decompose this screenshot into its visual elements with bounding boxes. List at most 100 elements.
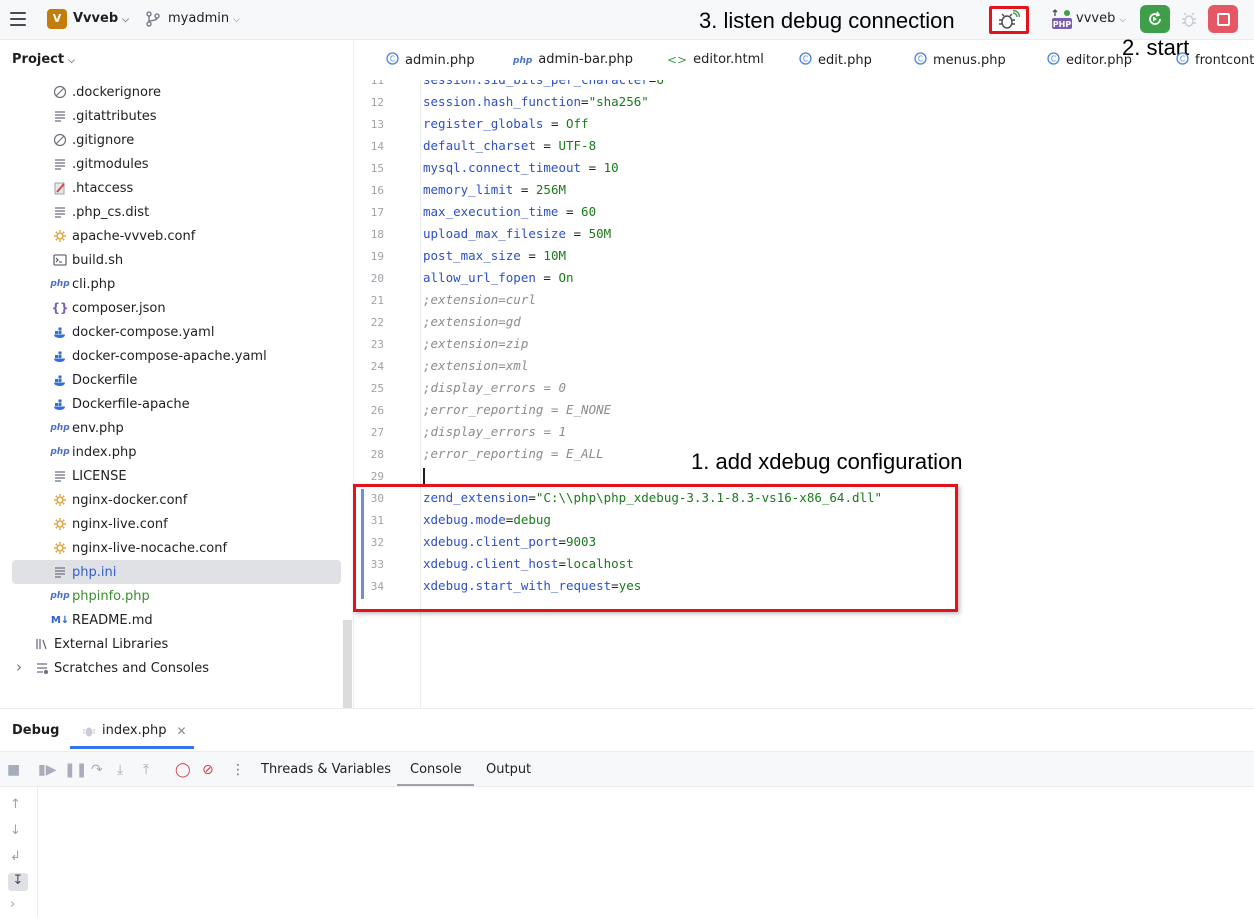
tree-item-label: Scratches and Consoles: [54, 660, 210, 676]
tree-item[interactable]: build.sh: [12, 248, 341, 272]
code-comment: ;extension=zip: [423, 336, 529, 351]
bug-icon: [83, 727, 95, 736]
tab-output[interactable]: Output: [486, 762, 531, 777]
tree-item[interactable]: .dockerignore: [12, 80, 341, 104]
tree-item-label: composer.json: [72, 300, 166, 316]
class-icon: C: [1047, 52, 1060, 68]
tree-item[interactable]: .htaccess: [12, 176, 341, 200]
tree-item[interactable]: docker-compose.yaml: [12, 320, 341, 344]
line-number: 20: [370, 272, 384, 285]
editor-tab[interactable]: Cadmin.php: [386, 52, 475, 68]
line-number: 15: [370, 162, 384, 175]
tree-item[interactable]: php env.php: [12, 416, 341, 440]
svg-text:C: C: [918, 54, 923, 63]
tree-item-external-libraries[interactable]: External Libraries: [12, 632, 341, 656]
listen-debug-connections-button[interactable]: [989, 6, 1029, 34]
code-line: upload_max_filesize = 50M: [423, 226, 611, 241]
code-token-val: UTF-8: [558, 138, 597, 153]
chevron-right-icon[interactable]: ›: [16, 658, 22, 676]
mute-breakpoints-icon[interactable]: ⊘: [202, 762, 214, 778]
project-scrollbar[interactable]: [343, 620, 352, 708]
pause-icon[interactable]: ❚❚: [64, 762, 87, 778]
tree-item-label: build.sh: [72, 252, 124, 268]
code-token-key: post_max_size: [423, 248, 521, 263]
code-token-key: mysql.connect_timeout: [423, 160, 582, 175]
arrow-down-icon[interactable]: ↓: [10, 823, 21, 838]
editor-tab[interactable]: Cfrontcont: [1176, 52, 1254, 68]
code-line: ;extension=gd: [423, 314, 521, 329]
tree-item[interactable]: LICENSE: [12, 464, 341, 488]
tree-item[interactable]: nginx-live.conf: [12, 512, 341, 536]
project-switcher[interactable]: Vvveb ⌵: [73, 11, 129, 26]
project-badge[interactable]: V: [47, 9, 67, 29]
stop-icon: [1216, 12, 1230, 26]
step-into-icon[interactable]: ⤓: [117, 762, 123, 778]
code-token-key: register_globals: [423, 116, 544, 131]
stop-debug-icon[interactable]: ■: [7, 762, 20, 778]
code-line: default_charset = UTF-8: [423, 138, 596, 153]
docker-icon: [52, 348, 68, 364]
editor-tab[interactable]: Cmenus.php: [914, 52, 1006, 68]
rerun-button[interactable]: [1140, 5, 1170, 33]
text-file-icon: [52, 156, 68, 172]
branch-name: myadmin: [168, 11, 230, 26]
tree-item-label: cli.php: [72, 276, 116, 292]
tree-item[interactable]: php.ini: [12, 560, 341, 584]
tree-item[interactable]: .php_cs.dist: [12, 200, 341, 224]
project-panel-header[interactable]: Project ⌵: [12, 52, 75, 67]
tree-item[interactable]: apache-vvveb.conf: [12, 224, 341, 248]
view-breakpoints-icon[interactable]: ◯: [175, 762, 191, 778]
resume-icon[interactable]: ▮▶: [38, 762, 56, 778]
step-over-icon[interactable]: ↷: [91, 762, 103, 778]
line-number: 24: [370, 360, 384, 373]
editor-tab[interactable]: Ceditor.php: [1047, 52, 1132, 68]
run-config-selector[interactable]: vvveb ⌵: [1076, 11, 1126, 26]
branch-switcher[interactable]: myadmin ⌵: [168, 11, 240, 26]
arrow-up-icon[interactable]: ↑: [10, 797, 21, 812]
chevron-down-icon: ⌵: [122, 15, 129, 25]
code-line: ;display_errors = 1: [423, 424, 566, 439]
tree-item[interactable]: php cli.php: [12, 272, 341, 296]
tree-item[interactable]: .gitignore: [12, 128, 341, 152]
tree-item[interactable]: .gitattributes: [12, 104, 341, 128]
step-out-icon[interactable]: ⤒: [143, 762, 149, 778]
code-token-val: 50M: [588, 226, 612, 241]
scroll-to-end-icon[interactable]: ↧: [8, 873, 28, 891]
tree-item[interactable]: .gitmodules: [12, 152, 341, 176]
debug-listen-icon: [999, 10, 1020, 29]
tree-item-label: nginx-live.conf: [72, 516, 168, 532]
code-token-key: memory_limit: [423, 182, 514, 197]
code-token-op: =: [581, 94, 589, 109]
main-menu-icon[interactable]: [10, 12, 26, 26]
debug-toolbar: ■ ▮▶ ❚❚ ↷ ⤓ ⤒ ◯ ⊘ ⋮ Threads & Variables …: [0, 751, 1254, 787]
editor-tab[interactable]: Cedit.php: [799, 52, 872, 68]
annotation-listen: 3. listen debug connection: [699, 8, 955, 33]
chevron-right-icon[interactable]: ›: [10, 897, 15, 912]
tree-item[interactable]: nginx-live-nocache.conf: [12, 536, 341, 560]
tree-item[interactable]: php phpinfo.php: [12, 584, 341, 608]
debug-session-tab[interactable]: index.php ✕: [70, 715, 194, 749]
tree-item[interactable]: Dockerfile: [12, 368, 341, 392]
debug-button[interactable]: [1178, 8, 1200, 30]
code-comment: ;extension=gd: [423, 314, 521, 329]
tree-item-scratches[interactable]: › Scratches and Consoles: [12, 656, 341, 680]
tree-item[interactable]: php index.php: [12, 440, 341, 464]
editor-tab[interactable]: php admin-bar.php: [513, 52, 633, 67]
stop-button[interactable]: [1208, 5, 1238, 33]
code-token-val: 10M: [543, 248, 566, 263]
more-options-icon[interactable]: ⋮: [231, 762, 245, 778]
tab-threads-variables[interactable]: Threads & Variables: [261, 762, 391, 777]
tree-item[interactable]: M↓ README.md: [12, 608, 341, 632]
tree-item[interactable]: nginx-docker.conf: [12, 488, 341, 512]
code-comment: ;display_errors = 0: [423, 380, 566, 395]
project-tree: .dockerignore .gitattributes .gitignore .gi…: [0, 80, 353, 708]
tab-console[interactable]: Console: [410, 762, 462, 777]
markdown-icon: M↓: [50, 614, 70, 626]
close-icon[interactable]: ✕: [176, 724, 186, 738]
tree-item[interactable]: Dockerfile-apache: [12, 392, 341, 416]
tree-item[interactable]: {} composer.json: [12, 296, 341, 320]
tree-item[interactable]: docker-compose-apache.yaml: [12, 344, 341, 368]
editor-tab[interactable]: <> editor.html: [667, 52, 764, 67]
chevron-down-icon: ⌵: [1119, 15, 1127, 25]
soft-wrap-icon[interactable]: ↲: [10, 849, 21, 864]
